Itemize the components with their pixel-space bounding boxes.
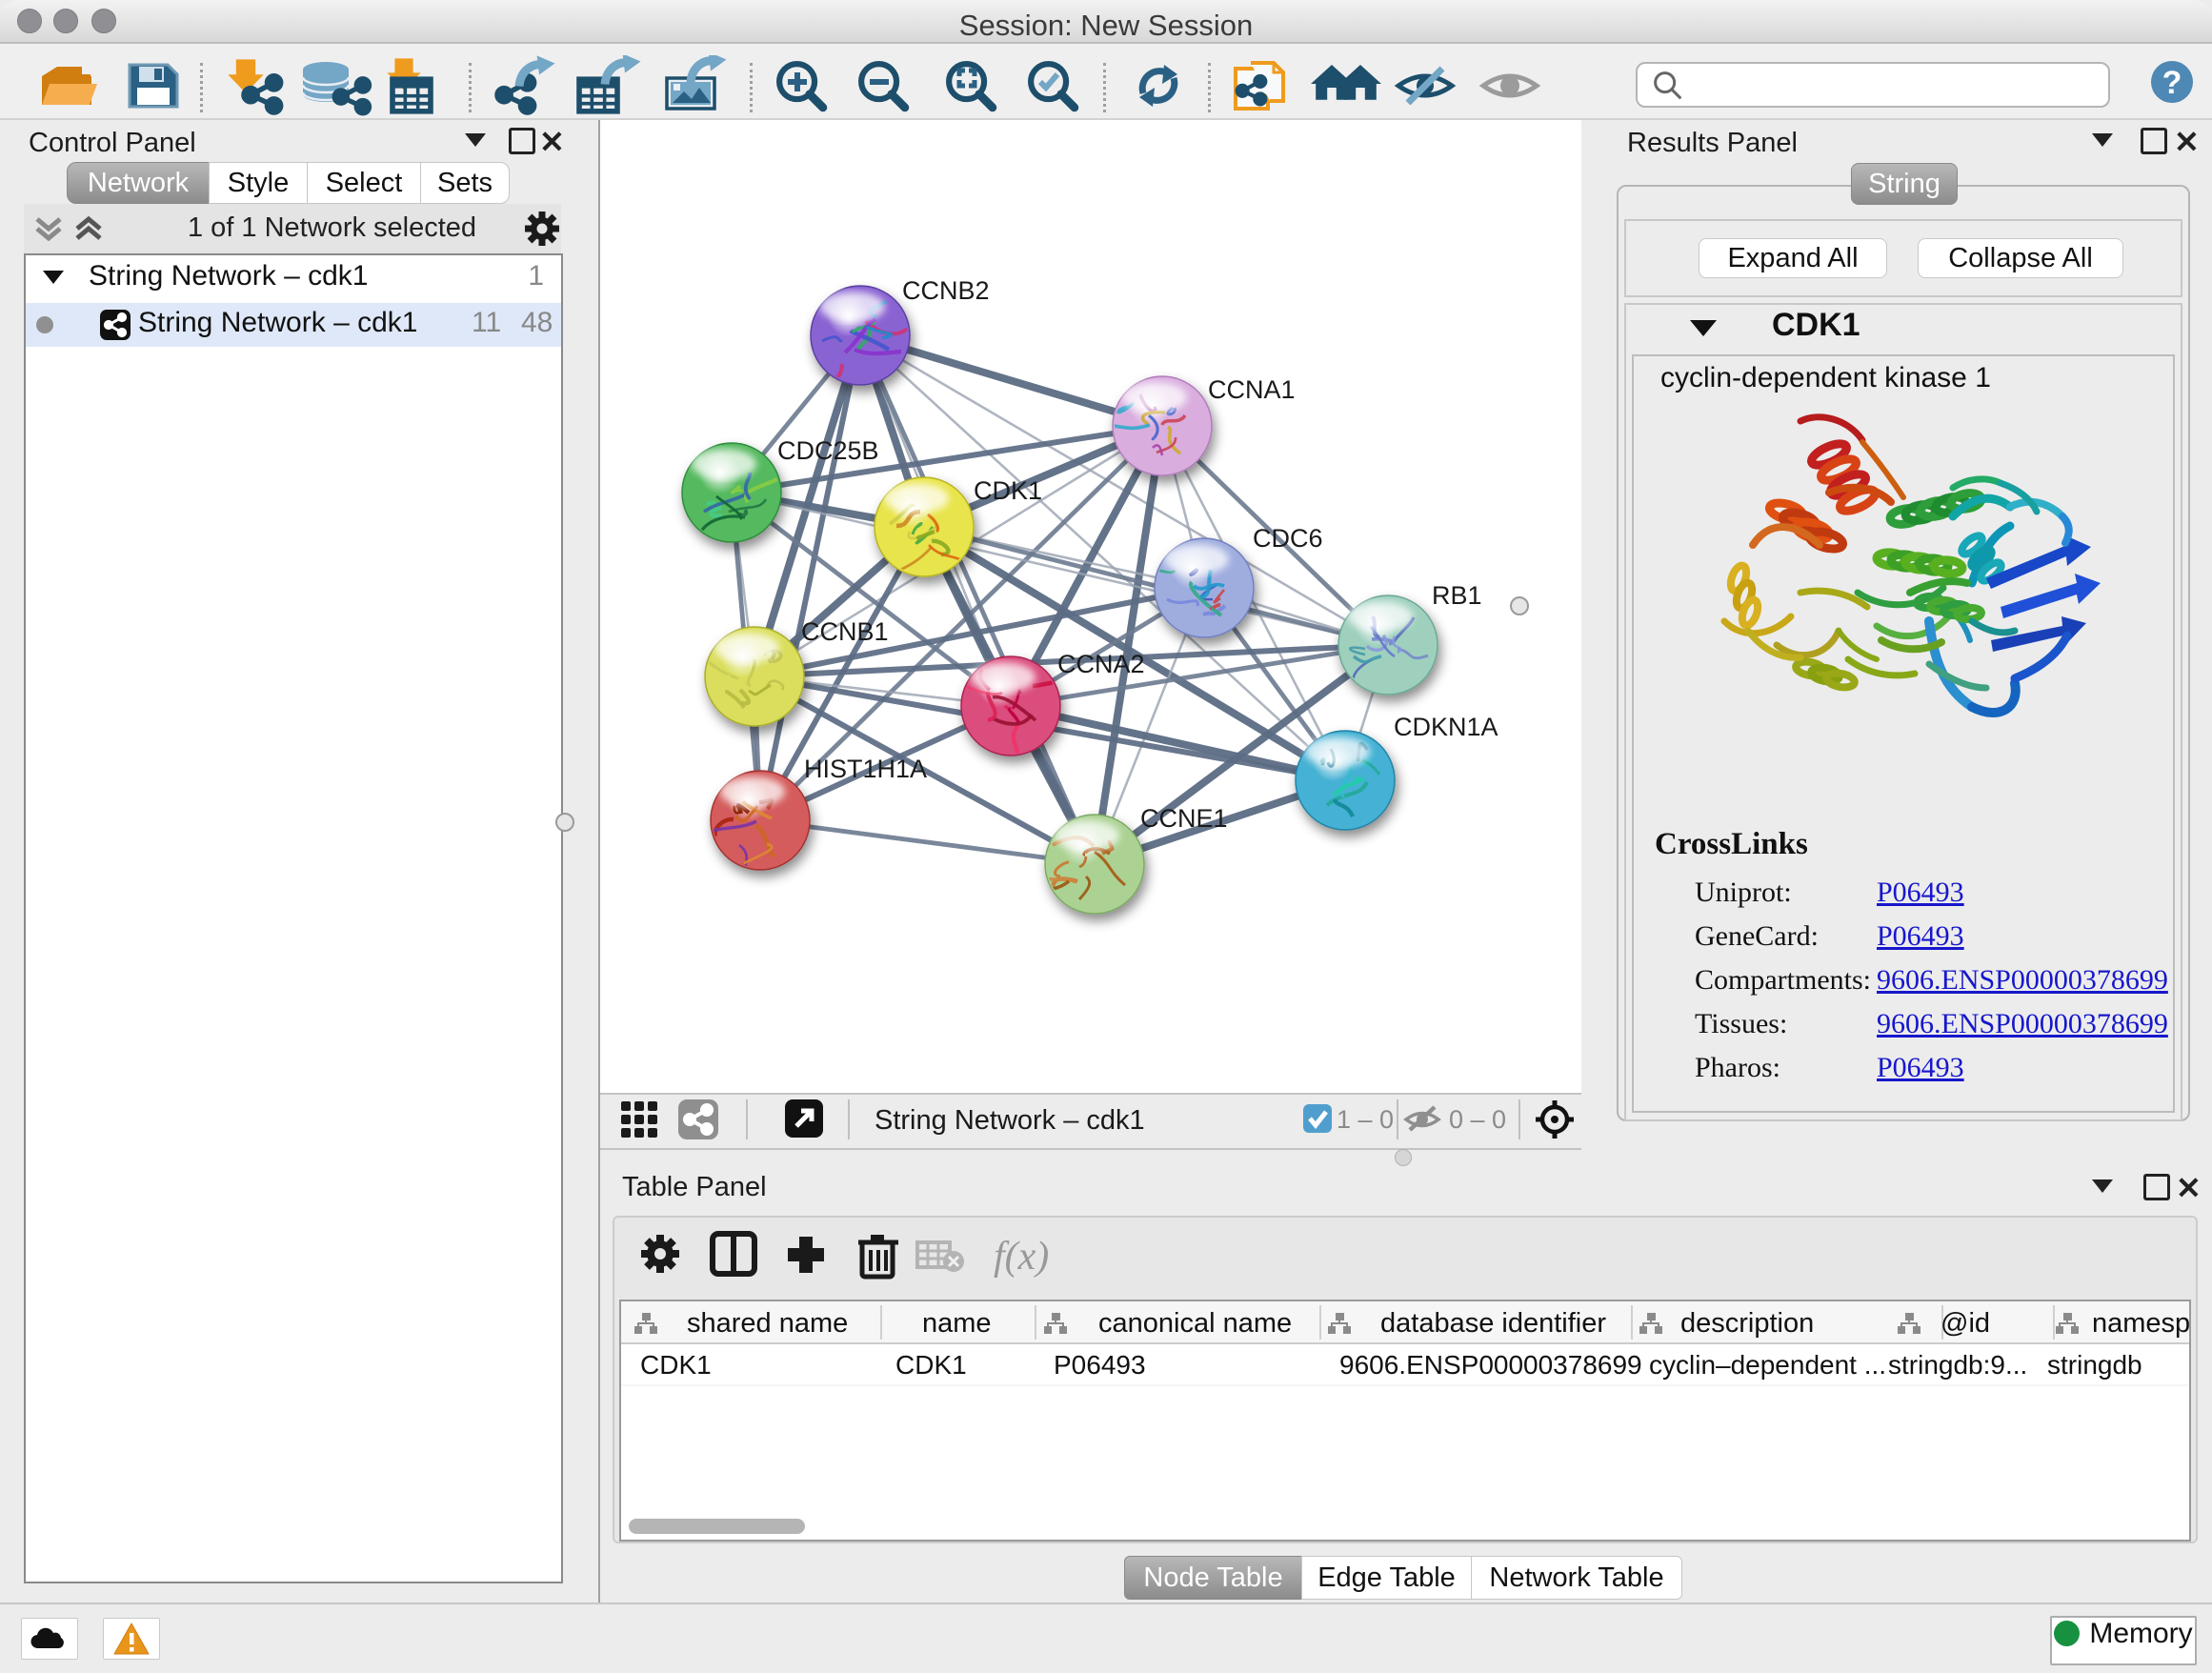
- svg-text:P06493: P06493: [1054, 1350, 1146, 1380]
- svg-text:CDKN1A: CDKN1A: [1394, 713, 1498, 741]
- svg-text:database identifier: database identifier: [1380, 1308, 1606, 1339]
- svg-text:namespac: namespac: [2092, 1308, 2189, 1339]
- svg-text:name: name: [922, 1308, 992, 1339]
- svg-text:?: ?: [2162, 65, 2182, 101]
- svg-text:HIST1H1A: HIST1H1A: [804, 755, 927, 783]
- svg-text:0 – 0: 0 – 0: [1449, 1105, 1506, 1134]
- svg-text:CDK1: CDK1: [895, 1350, 967, 1380]
- svg-text:stringdb: stringdb: [2047, 1350, 2142, 1380]
- svg-text:CDK1: CDK1: [640, 1350, 712, 1380]
- svg-text:CCNA2: CCNA2: [1057, 650, 1145, 678]
- svg-text:1 – 0: 1 – 0: [1337, 1105, 1394, 1134]
- svg-text:cyclin–dependent ...: cyclin–dependent ...: [1649, 1350, 1886, 1380]
- svg-text:f(x): f(x): [994, 1235, 1049, 1279]
- svg-text:canonical name: canonical name: [1098, 1308, 1292, 1339]
- svg-text:description: description: [1680, 1308, 1814, 1339]
- svg-text:CCNB1: CCNB1: [801, 617, 889, 646]
- svg-text:CDK1: CDK1: [974, 476, 1042, 505]
- svg-text:String Network – cdk1: String Network – cdk1: [875, 1105, 1145, 1136]
- svg-text:CDC25B: CDC25B: [777, 436, 879, 465]
- svg-text:stringdb:9...: stringdb:9...: [1888, 1350, 2027, 1380]
- svg-text:CCNE1: CCNE1: [1140, 804, 1228, 833]
- svg-text:@id: @id: [1941, 1308, 1990, 1339]
- svg-text:RB1: RB1: [1432, 581, 1482, 610]
- svg-text:CCNA1: CCNA1: [1208, 375, 1296, 404]
- svg-text:CDC6: CDC6: [1253, 524, 1323, 553]
- svg-text:shared name: shared name: [687, 1308, 848, 1339]
- svg-text:CCNB2: CCNB2: [902, 276, 990, 305]
- svg-text:9606.ENSP00000378699: 9606.ENSP00000378699: [1339, 1350, 1642, 1380]
